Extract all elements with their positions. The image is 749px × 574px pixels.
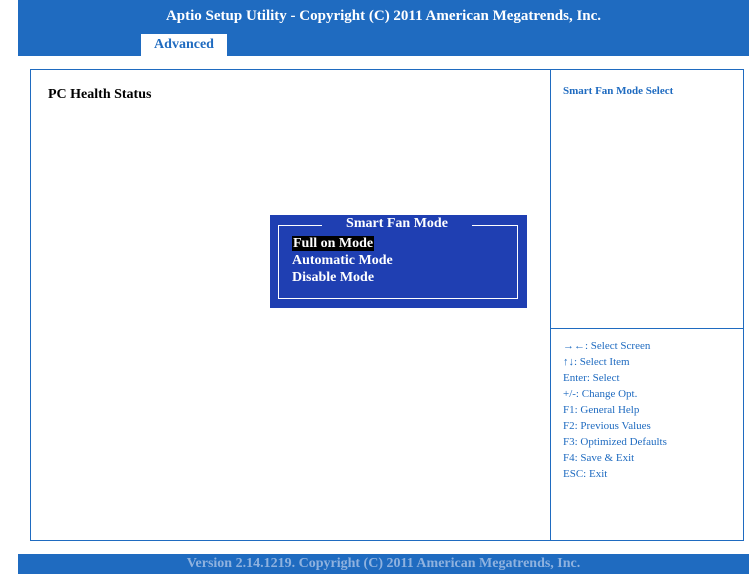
popup-option-disable[interactable]: Disable Mode [292, 269, 393, 286]
key-help-item: ESC: Exit [563, 468, 608, 480]
panel-divider [550, 69, 551, 541]
popup-option-label: Full on Mode [292, 236, 375, 251]
smart-fan-mode-popup: Smart Fan Mode Full on Mode Automatic Mo… [270, 215, 527, 308]
section-title: PC Health Status [48, 87, 152, 102]
tab-advanced[interactable]: Advanced [141, 34, 227, 56]
title-bar: Aptio Setup Utility - Copyright (C) 2011… [18, 0, 749, 32]
key-help-item: →←: Select Screen [563, 340, 651, 352]
popup-option-label: Disable Mode [292, 270, 375, 285]
tab-advanced-label: Advanced [154, 37, 214, 52]
footer-text: Version 2.14.1219. Copyright (C) 2011 Am… [186, 556, 581, 571]
key-help-item: Enter: Select [563, 372, 620, 384]
key-help-item: +/-: Change Opt. [563, 388, 638, 400]
key-help-item: F3: Optimized Defaults [563, 436, 667, 448]
footer: Version 2.14.1219. Copyright (C) 2011 Am… [18, 554, 749, 574]
popup-title: Smart Fan Mode [322, 215, 472, 233]
tab-bar: Advanced [18, 32, 749, 56]
key-help-item: ↑↓: Select Item [563, 356, 630, 368]
key-help-item: F2: Previous Values [563, 420, 651, 432]
key-help-list: →←: Select Screen ↑↓: Select Item Enter:… [563, 338, 667, 482]
smart-fan-mode-label[interactable]: Smart Fan Mode [48, 125, 150, 141]
key-help-item: F4: Save & Exit [563, 452, 635, 464]
key-help-item: F1: General Help [563, 404, 640, 416]
help-divider [551, 328, 744, 329]
popup-option-label: Automatic Mode [292, 253, 393, 268]
app-title: Aptio Setup Utility - Copyright (C) 2011… [165, 7, 602, 24]
popup-option-full-on[interactable]: Full on Mode [292, 235, 393, 252]
help-title: Smart Fan Mode Select [563, 85, 674, 97]
smart-fan-mode-value[interactable]: [Full on Mode] [340, 125, 429, 141]
popup-options: Full on Mode Automatic Mode Disable Mode [292, 235, 393, 286]
popup-option-automatic[interactable]: Automatic Mode [292, 252, 393, 269]
